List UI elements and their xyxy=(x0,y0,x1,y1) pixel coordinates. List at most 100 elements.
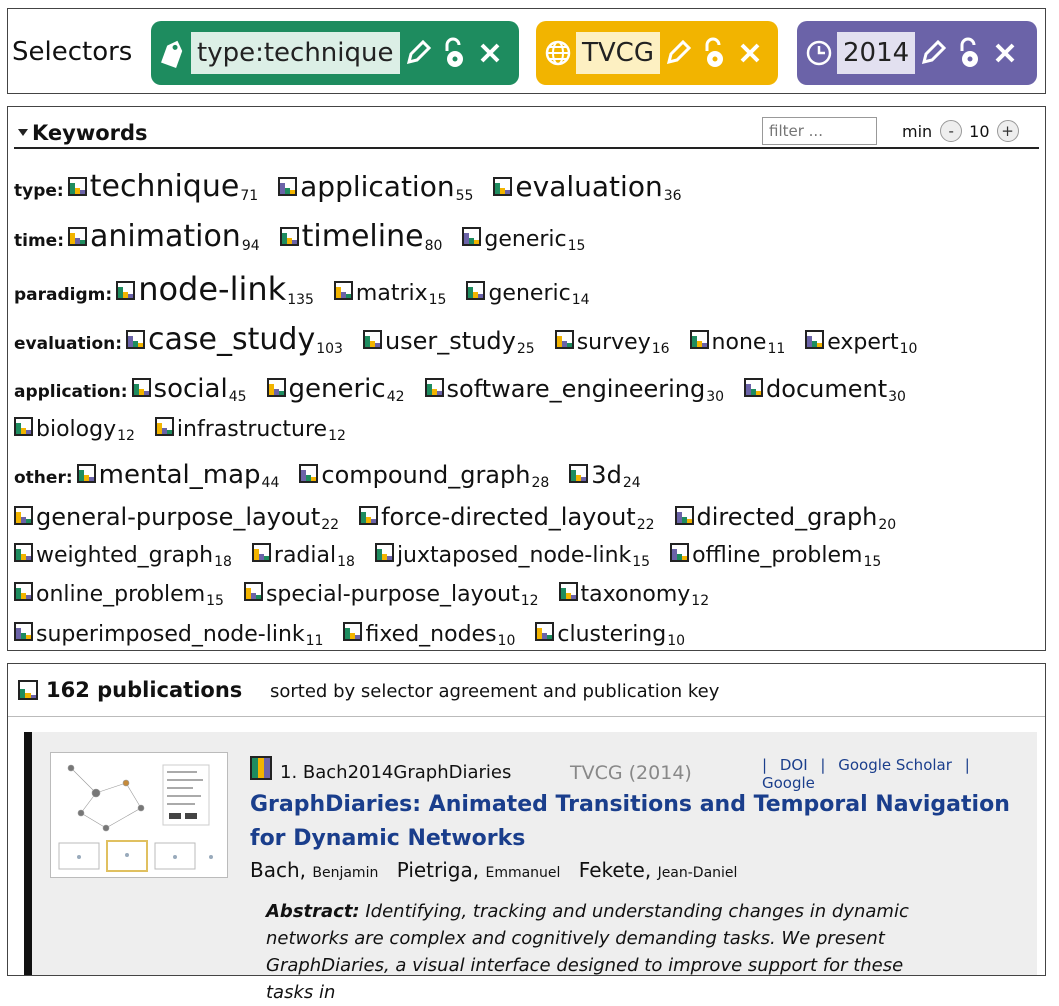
keyword-item[interactable]: evaluation 36 xyxy=(493,170,682,204)
decrease-button[interactable]: - xyxy=(940,120,963,142)
keyword-item[interactable]: taxonomy 12 xyxy=(558,582,709,609)
keyword-item[interactable]: weighted_graph 18 xyxy=(14,543,232,570)
keyword-count: 22 xyxy=(636,517,655,533)
keyword-label: compound_graph xyxy=(321,461,531,489)
unlock-icon[interactable] xyxy=(696,33,732,73)
author-last[interactable]: Bach, xyxy=(250,858,306,882)
close-icon[interactable] xyxy=(732,33,768,73)
google-scholar-link[interactable]: Google Scholar xyxy=(838,756,952,774)
keyword-count: 135 xyxy=(287,292,314,308)
keyword-item[interactable]: none 11 xyxy=(689,330,786,357)
keyword-row: general-purpose_layout 22 force-directed_l… xyxy=(14,503,1041,543)
keyword-item[interactable]: generic 14 xyxy=(466,281,590,308)
publication-title[interactable]: GraphDiaries: Animated Transitions and T… xyxy=(250,788,1030,856)
keyword-item[interactable]: survey 16 xyxy=(554,330,670,357)
keyword-item[interactable]: special-purpose_layout 12 xyxy=(243,582,539,609)
publication-key: 1. Bach2014GraphDiaries xyxy=(280,762,512,783)
keyword-item[interactable]: offline_problem 15 xyxy=(670,543,881,570)
doi-link[interactable]: DOI xyxy=(780,756,808,774)
close-icon[interactable] xyxy=(987,33,1023,73)
keyword-row: superimposed_node-link 11 fixed_nodes 10 clu… xyxy=(14,622,1041,661)
keyword-item[interactable]: software_engineering 30 xyxy=(424,375,724,405)
edit-icon[interactable] xyxy=(400,33,436,73)
keyword-item[interactable]: fixed_nodes 10 xyxy=(343,622,516,649)
keyword-filter-input[interactable] xyxy=(762,117,877,145)
keyword-count: 55 xyxy=(455,188,474,204)
selector-value[interactable]: 2014 xyxy=(837,32,916,74)
edit-icon[interactable] xyxy=(915,33,951,73)
keyword-label: fixed_nodes xyxy=(365,622,497,647)
increase-button[interactable]: + xyxy=(996,120,1019,142)
unlock-icon[interactable] xyxy=(436,33,472,73)
keyword-category: evaluation: xyxy=(14,334,123,354)
keyword-item[interactable]: matrix 15 xyxy=(333,281,446,308)
keyword-distribution-icon xyxy=(76,464,96,483)
keywords-title[interactable]: Keywords xyxy=(32,121,148,145)
author-last[interactable]: Pietriga, xyxy=(397,858,479,882)
keyword-label: generic xyxy=(484,227,567,252)
keyword-distribution-icon xyxy=(243,582,263,601)
keyword-item[interactable]: biology 12 xyxy=(14,417,135,444)
keyword-item[interactable]: compound_graph 28 xyxy=(299,461,550,491)
keyword-item[interactable]: generic 42 xyxy=(266,374,405,405)
selector-value[interactable]: type:technique xyxy=(191,32,400,74)
min-value: 10 xyxy=(969,121,990,141)
keyword-item[interactable]: clustering 10 xyxy=(535,622,686,649)
keyword-item[interactable]: juxtaposed_node-link 15 xyxy=(374,543,650,570)
keyword-count: 22 xyxy=(321,517,340,533)
keyword-item[interactable]: document 30 xyxy=(744,375,906,405)
keyword-count: 20 xyxy=(878,517,897,533)
link-separator: | xyxy=(820,756,826,774)
keyword-item[interactable]: user_study 25 xyxy=(362,327,535,357)
selectors-label: Selectors xyxy=(12,37,133,67)
min-label: min xyxy=(902,121,933,141)
keyword-item[interactable]: generic 15 xyxy=(462,227,585,254)
keyword-label: radial xyxy=(273,543,337,568)
keyword-count: 11 xyxy=(767,341,786,357)
keyword-label: force-directed_layout xyxy=(381,503,636,531)
keyword-distribution-icon xyxy=(266,378,286,397)
collapse-triangle-icon[interactable] xyxy=(18,129,28,136)
keyword-item[interactable]: node-link 135 xyxy=(116,270,314,308)
keyword-item[interactable]: infrastructure 12 xyxy=(154,417,346,444)
keyword-distribution-icon xyxy=(299,464,319,483)
keyword-item[interactable]: application 55 xyxy=(278,170,474,204)
keyword-item[interactable]: technique 71 xyxy=(67,169,258,204)
keyword-item[interactable]: online_problem 15 xyxy=(14,582,224,609)
close-icon[interactable] xyxy=(472,33,508,73)
keyword-item[interactable]: expert 10 xyxy=(805,330,917,357)
globe-icon xyxy=(540,33,576,73)
keyword-count: 28 xyxy=(531,475,550,491)
keyword-count: 10 xyxy=(667,633,686,649)
keyword-item[interactable]: case_study 103 xyxy=(126,322,343,357)
author-last[interactable]: Fekete, xyxy=(579,858,651,882)
selector-chip-year[interactable]: 2014 xyxy=(797,21,1037,85)
selector-chip-venue[interactable]: TVCG xyxy=(536,21,778,85)
keyword-distribution-icon xyxy=(670,543,690,562)
publications-header: 162 publications sorted by selector agre… xyxy=(8,664,1045,717)
keyword-item[interactable]: superimposed_node-link 11 xyxy=(14,622,323,649)
keyword-item[interactable]: social 45 xyxy=(131,374,247,405)
keyword-item[interactable]: force-directed_layout 22 xyxy=(359,503,655,533)
publication-count: 162 publications xyxy=(46,678,243,702)
keyword-item[interactable]: general-purpose_layout 22 xyxy=(14,503,340,533)
author-first: Benjamin xyxy=(312,865,379,881)
keyword-count: 15 xyxy=(206,593,224,609)
keyword-count: 10 xyxy=(497,633,516,649)
keyword-item[interactable]: animation 94 xyxy=(68,219,260,254)
keyword-distribution-icon xyxy=(558,582,578,601)
keyword-distribution-icon xyxy=(279,227,299,246)
selector-value[interactable]: TVCG xyxy=(576,32,660,74)
keyword-label: 3d xyxy=(591,461,622,489)
keyword-item[interactable]: 3d 24 xyxy=(569,461,641,491)
keyword-item[interactable]: mental_map 44 xyxy=(76,460,279,491)
unlock-icon[interactable] xyxy=(951,33,987,73)
keyword-count: 12 xyxy=(328,428,346,444)
selector-chip-type[interactable]: type:technique xyxy=(151,21,519,85)
keyword-item[interactable]: timeline 80 xyxy=(279,219,442,254)
keyword-label: general-purpose_layout xyxy=(36,503,321,531)
keyword-item[interactable]: radial 18 xyxy=(251,543,355,570)
publication-thumbnail[interactable] xyxy=(50,752,228,878)
keyword-item[interactable]: directed_graph 20 xyxy=(674,503,897,533)
edit-icon[interactable] xyxy=(660,33,696,73)
